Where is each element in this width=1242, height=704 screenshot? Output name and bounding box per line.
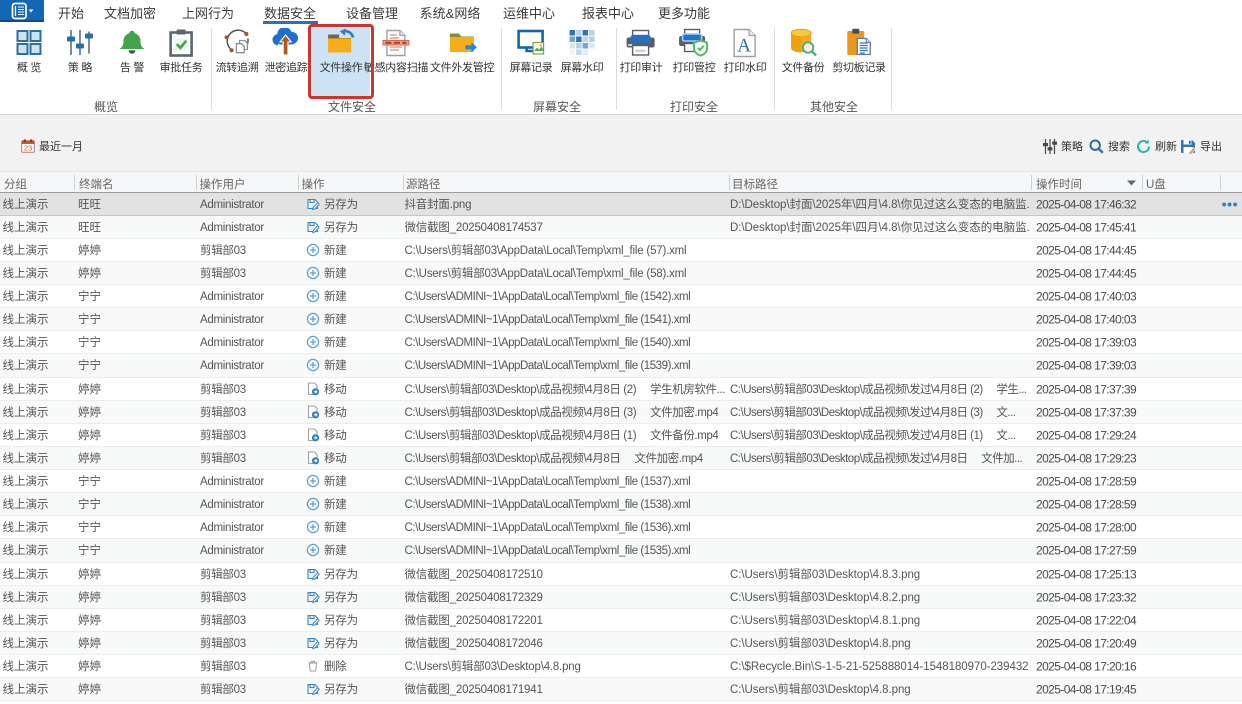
svg-text:23: 23 [24, 144, 32, 153]
svg-text:A: A [738, 35, 752, 56]
